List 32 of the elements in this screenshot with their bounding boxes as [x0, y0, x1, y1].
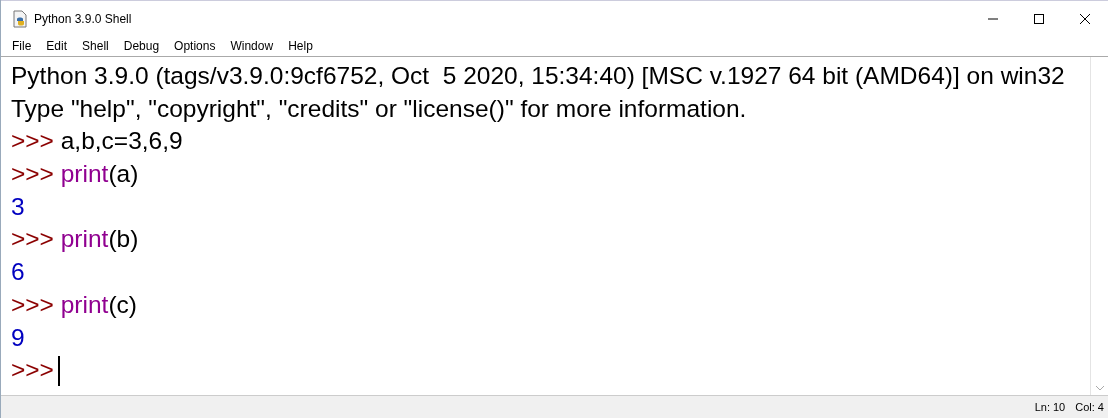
window-title: Python 3.9.0 Shell: [34, 11, 132, 26]
shell-text: >>>: [11, 159, 55, 190]
shell-text: (b): [108, 224, 139, 255]
menu-item[interactable]: Edit: [39, 39, 76, 53]
shell-text: 9: [11, 322, 25, 353]
line-number: Ln: 10: [1034, 401, 1066, 413]
menu-item[interactable]: Shell: [75, 39, 117, 53]
column-number: Col: 4: [1075, 401, 1104, 413]
shell-text: print: [60, 289, 109, 320]
menu-item[interactable]: Options: [167, 39, 224, 53]
shell-text: >>>: [11, 289, 55, 320]
menu-item[interactable]: Window: [223, 39, 282, 53]
shell-text: >>>: [11, 355, 54, 386]
shell-text: print: [60, 159, 109, 190]
shell-text: >>>: [11, 126, 55, 157]
shell-text: 3: [11, 191, 25, 222]
shell-text: >>>: [11, 224, 55, 255]
maximize-icon: [1033, 12, 1045, 25]
shell-text: Python 3.9.0 (tags/v3.9.0:9cf6752, Oct 5 2020, 15:34:40) [MSC v.1927 64 bit (AMD64)] on win32: [11, 61, 1065, 91]
text-cursor: [57, 355, 60, 386]
app-icon: [12, 9, 28, 28]
close-icon: [1079, 12, 1091, 25]
shell-text: print: [60, 224, 109, 255]
menu-item[interactable]: Help: [281, 39, 321, 53]
shell-text: (c): [108, 289, 137, 320]
shell-text: (a): [108, 159, 139, 190]
scroll-down-icon[interactable]: [1094, 385, 1105, 391]
shell-text: a,b,c=3,6,9: [60, 126, 183, 157]
menu-item[interactable]: Debug: [116, 39, 168, 53]
menu-item[interactable]: File: [5, 39, 40, 53]
shell-text: 6: [11, 257, 25, 288]
shell-text: Type "help", "copyright", "credits" or "license()" for more information.: [11, 93, 747, 124]
